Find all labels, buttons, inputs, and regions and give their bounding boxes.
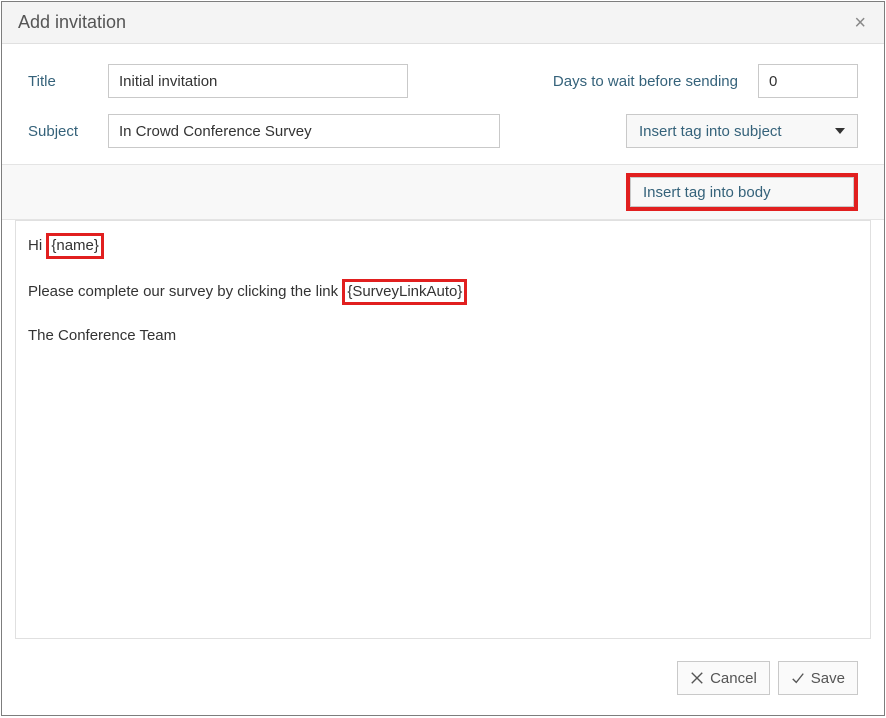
dialog-body: Title Days to wait before sending Subjec… (2, 44, 884, 715)
cancel-label: Cancel (710, 670, 757, 687)
body-editor[interactable]: Hi {name} Please complete our survey by … (15, 220, 871, 639)
title-label: Title (28, 73, 108, 90)
insert-tag-subject-dropdown[interactable]: Insert tag into subject (626, 114, 858, 148)
insert-tag-body-dropdown[interactable]: Insert tag into body (630, 177, 854, 207)
highlight-box-body-dropdown: Insert tag into body (626, 173, 858, 211)
subject-label: Subject (28, 123, 108, 140)
body-line-greeting: Hi {name} (28, 233, 858, 259)
title-input[interactable] (108, 64, 408, 98)
row-subject: Subject Insert tag into subject (2, 106, 884, 156)
body-line-link: Please complete our survey by clicking t… (28, 279, 858, 305)
close-icon (690, 671, 704, 685)
check-icon (791, 671, 805, 685)
dialog-footer: Cancel Save (2, 651, 884, 715)
save-label: Save (811, 670, 845, 687)
body-toolbar: Insert tag into body (2, 164, 884, 220)
insert-tag-body-label: Insert tag into body (643, 184, 771, 201)
body-line-signature: The Conference Team (28, 325, 858, 346)
days-input[interactable] (758, 64, 858, 98)
save-button[interactable]: Save (778, 661, 858, 695)
cancel-button[interactable]: Cancel (677, 661, 770, 695)
days-label: Days to wait before sending (553, 73, 738, 90)
subject-input[interactable] (108, 114, 500, 148)
dialog-title: Add invitation (18, 12, 126, 33)
highlight-surveylink-tag: {SurveyLinkAuto} (342, 279, 467, 305)
close-icon[interactable]: × (850, 13, 870, 33)
row-title: Title Days to wait before sending (2, 44, 884, 106)
chevron-down-icon (835, 128, 845, 134)
link-line-prefix: Please complete our survey by clicking t… (28, 283, 342, 300)
add-invitation-dialog: Add invitation × Title Days to wait befo… (1, 1, 885, 716)
insert-tag-subject-label: Insert tag into subject (639, 123, 782, 140)
greeting-prefix: Hi (28, 237, 46, 254)
highlight-name-tag: {name} (46, 233, 104, 259)
dialog-header: Add invitation × (2, 2, 884, 44)
